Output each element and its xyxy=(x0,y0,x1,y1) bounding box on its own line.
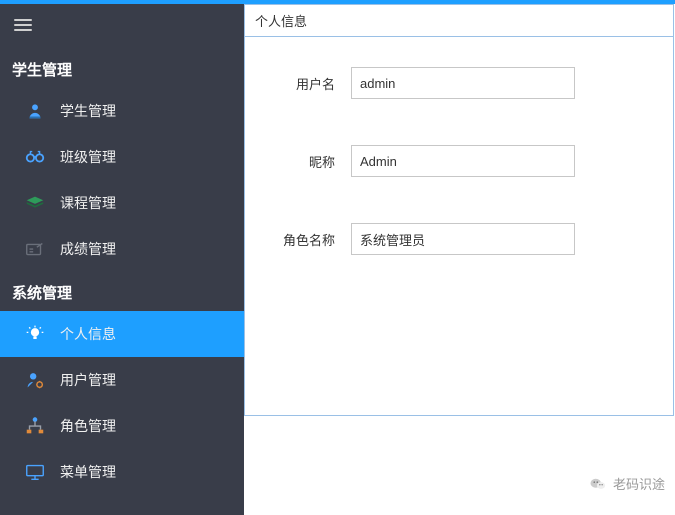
sidebar-item-menu-manage[interactable]: 菜单管理 xyxy=(0,449,244,495)
menu-section-student[interactable]: 学生管理 xyxy=(0,49,244,88)
panel-title: 个人信息 xyxy=(245,5,673,37)
user-gear-icon xyxy=(24,369,46,391)
sidebar-item-label: 学生管理 xyxy=(60,101,116,121)
sidebar-item-label: 菜单管理 xyxy=(60,462,116,482)
nickname-label: 昵称 xyxy=(265,152,335,171)
sidebar-item-label: 成绩管理 xyxy=(60,239,116,259)
sitemap-icon xyxy=(24,415,46,437)
sidebar-item-user-manage[interactable]: 用户管理 xyxy=(0,357,244,403)
sidebar-item-score-manage[interactable]: 成绩管理 xyxy=(0,226,244,272)
binoculars-icon xyxy=(24,146,46,168)
menu-section-system[interactable]: 系统管理 xyxy=(0,272,244,311)
role-label: 角色名称 xyxy=(265,230,335,249)
form-row-role: 角色名称 xyxy=(265,223,653,255)
sidebar-item-course-manage[interactable]: 课程管理 xyxy=(0,180,244,226)
nickname-input[interactable] xyxy=(351,145,575,177)
student-icon xyxy=(24,100,46,122)
sidebar-item-class-manage[interactable]: 班级管理 xyxy=(0,134,244,180)
sidebar-item-label: 用户管理 xyxy=(60,370,116,390)
form-row-username: 用户名 xyxy=(265,67,653,99)
watermark: 老码识途 xyxy=(589,474,665,493)
content-area: 个人信息 用户名 昵称 角色名称 老码识途 xyxy=(244,4,675,515)
score-icon xyxy=(24,238,46,260)
role-input[interactable] xyxy=(351,223,575,255)
sidebar-item-personal-info[interactable]: 个人信息 xyxy=(0,311,244,357)
sidebar-item-label: 角色管理 xyxy=(60,416,116,436)
sidebar-item-student-manage[interactable]: 学生管理 xyxy=(0,88,244,134)
lightbulb-icon xyxy=(24,323,46,345)
book-icon xyxy=(24,192,46,214)
sidebar-item-label: 个人信息 xyxy=(60,324,116,344)
username-input[interactable] xyxy=(351,67,575,99)
sidebar-item-label: 课程管理 xyxy=(60,193,116,213)
screen-icon xyxy=(24,461,46,483)
hamburger-menu-button[interactable] xyxy=(0,4,244,49)
panel-body: 用户名 昵称 角色名称 xyxy=(245,37,673,331)
info-panel: 个人信息 用户名 昵称 角色名称 xyxy=(244,4,674,416)
sidebar: 学生管理 学生管理 班级管理 课程管理 成绩管理 系统管理 xyxy=(0,4,244,515)
sidebar-item-label: 班级管理 xyxy=(60,147,116,167)
username-label: 用户名 xyxy=(265,74,335,93)
hamburger-icon xyxy=(14,16,32,34)
form-row-nickname: 昵称 xyxy=(265,145,653,177)
main-container: 学生管理 学生管理 班级管理 课程管理 成绩管理 系统管理 xyxy=(0,4,675,515)
watermark-text: 老码识途 xyxy=(613,474,665,493)
wechat-icon xyxy=(589,475,607,493)
sidebar-item-role-manage[interactable]: 角色管理 xyxy=(0,403,244,449)
